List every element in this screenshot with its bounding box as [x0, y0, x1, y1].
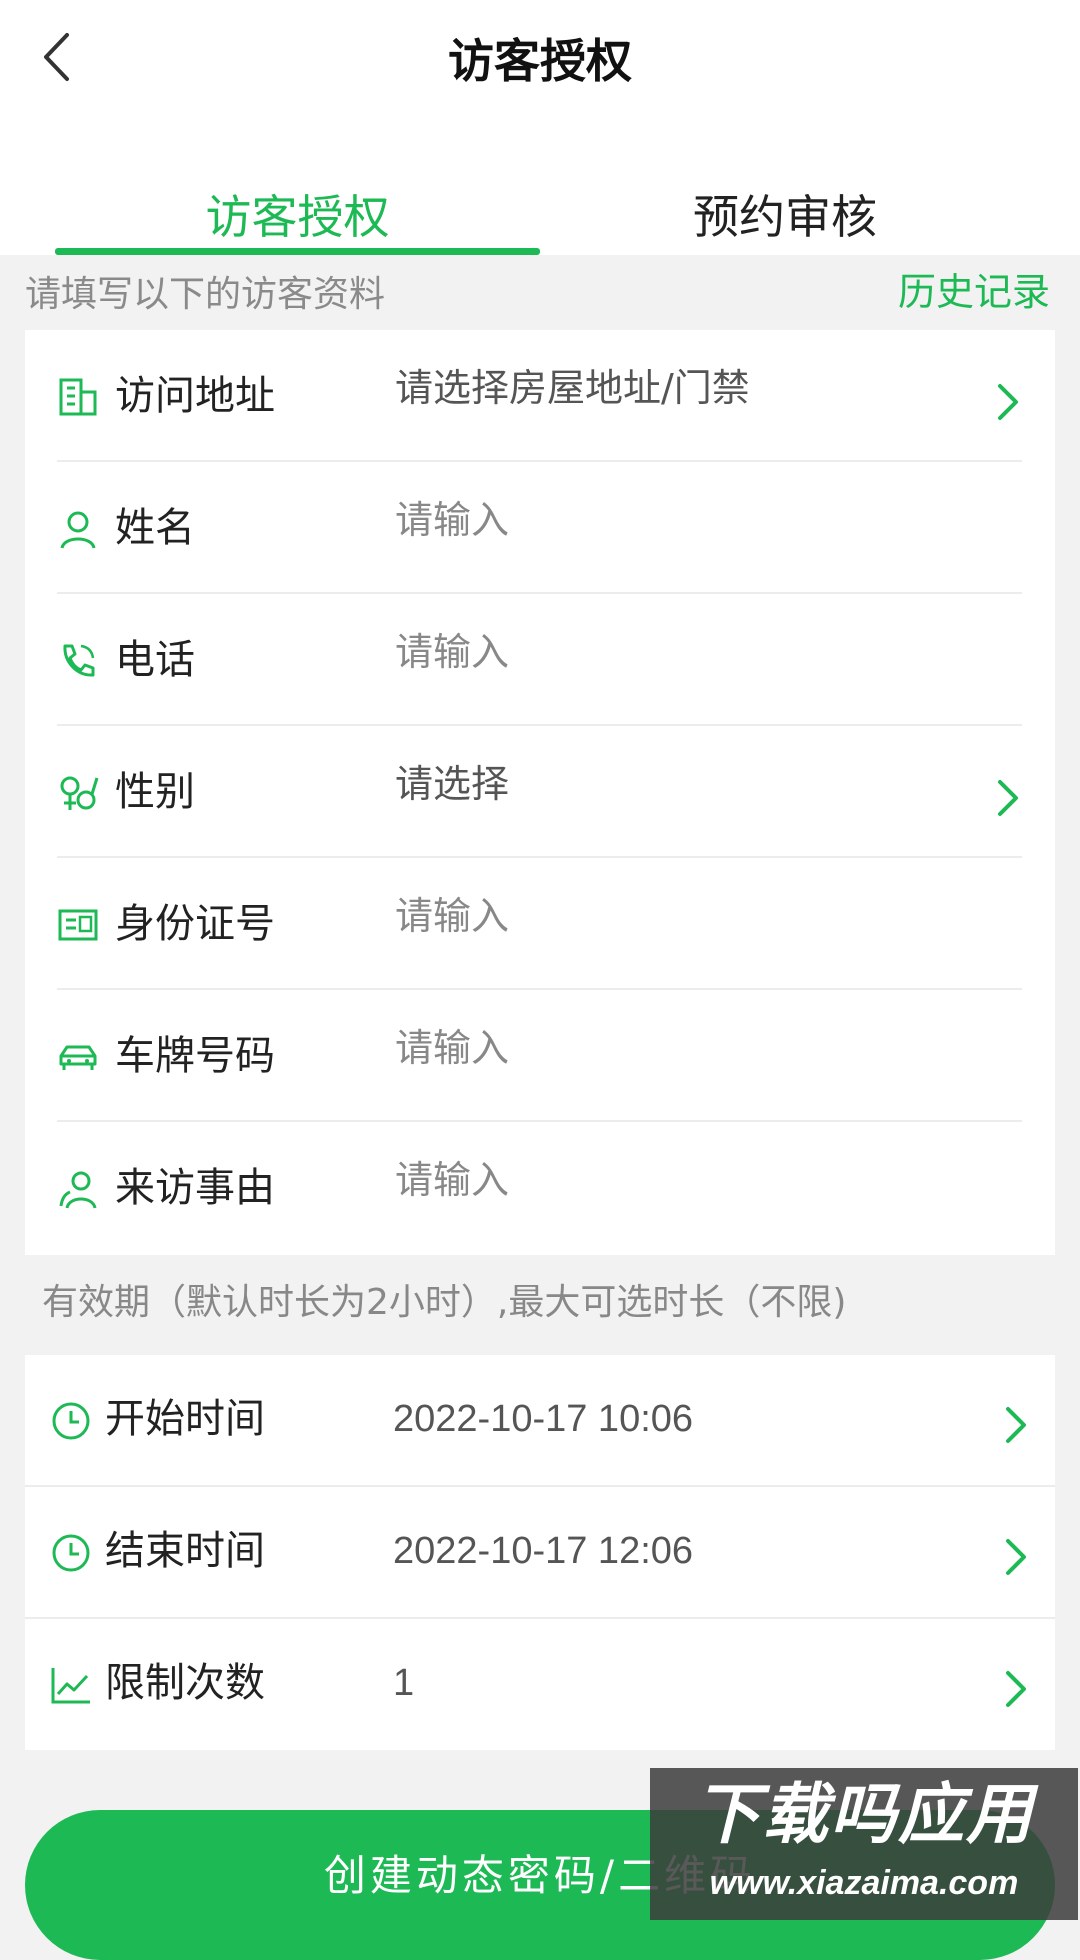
field-label: 车牌号码 — [115, 1033, 275, 1079]
chevron-right-icon — [1006, 1407, 1026, 1443]
start-time-value[interactable]: 2022-10-17 10:06 — [393, 1391, 693, 1447]
field-name[interactable]: 姓名 请输入 — [57, 462, 1022, 594]
watermark-url: www.xiazaima.com — [709, 1864, 1019, 1902]
field-end-time[interactable]: 结束时间 2022-10-17 12:06 — [25, 1487, 1055, 1619]
tab-appointment-review[interactable]: 预约审核 — [560, 182, 1010, 252]
car-icon — [59, 1045, 97, 1070]
clock-icon — [52, 1534, 90, 1572]
field-label: 结束时间 — [105, 1528, 265, 1574]
validity-note: 有效期（默认时长为2小时）,最大可选时长（不限) — [42, 1282, 847, 1323]
field-usage-limit[interactable]: 限制次数 1 — [50, 1619, 1030, 1751]
chart-icon — [51, 1668, 90, 1704]
field-label: 访问地址 — [115, 373, 275, 419]
field-start-time[interactable]: 开始时间 2022-10-17 10:06 — [25, 1355, 1055, 1487]
field-phone[interactable]: 电话 请输入 — [57, 594, 1022, 726]
field-label: 电话 — [115, 637, 195, 683]
name-input[interactable]: 请输入 — [395, 492, 509, 548]
field-label: 开始时间 — [105, 1396, 265, 1442]
history-link[interactable]: 历史记录 — [898, 262, 1050, 322]
chevron-right-icon — [998, 384, 1018, 420]
visit-reason-input[interactable]: 请输入 — [395, 1152, 509, 1208]
chevron-right-icon — [998, 780, 1018, 816]
end-time-value[interactable]: 2022-10-17 12:06 — [393, 1523, 693, 1579]
active-tab-indicator — [55, 248, 540, 255]
field-label: 来访事由 — [115, 1165, 275, 1211]
watermark: 下载吗应用 www.xiazaima.com — [650, 1768, 1078, 1920]
field-label: 身份证号 — [115, 901, 275, 947]
usage-limit-value[interactable]: 1 — [393, 1655, 414, 1711]
page-title: 访客授权 — [448, 34, 632, 88]
tab-visitor-authorization[interactable]: 访客授权 — [55, 182, 540, 252]
phone-input[interactable]: 请输入 — [395, 624, 509, 680]
id-card-icon — [58, 909, 98, 941]
chevron-right-icon — [1006, 1671, 1026, 1707]
watermark-title: 下载吗应用 — [694, 1776, 1034, 1853]
person-icon — [60, 511, 96, 549]
form-hint: 请填写以下的访客资料 — [25, 274, 386, 315]
field-gender[interactable]: 性别 请选择 — [57, 726, 1022, 858]
field-label: 姓名 — [115, 505, 195, 551]
field-id-number[interactable]: 身份证号 请输入 — [57, 858, 1022, 990]
chevron-right-icon — [1006, 1539, 1026, 1575]
field-visit-reason[interactable]: 来访事由 请输入 — [57, 1122, 1022, 1254]
field-license-plate[interactable]: 车牌号码 请输入 — [57, 990, 1022, 1122]
license-plate-input[interactable]: 请输入 — [395, 1020, 509, 1076]
gender-select-value[interactable]: 请选择 — [395, 756, 509, 812]
address-select-value[interactable]: 请选择房屋地址/门禁 — [395, 360, 750, 416]
visitor-reason-icon — [59, 1171, 97, 1209]
id-number-input[interactable]: 请输入 — [395, 888, 509, 944]
phone-icon — [63, 644, 95, 677]
field-label: 限制次数 — [105, 1660, 265, 1706]
gender-icon — [60, 776, 99, 810]
field-label: 性别 — [115, 769, 195, 815]
building-icon — [59, 378, 97, 416]
field-visit-address[interactable]: 访问地址 请选择房屋地址/门禁 — [57, 330, 1022, 462]
clock-icon — [52, 1402, 90, 1440]
